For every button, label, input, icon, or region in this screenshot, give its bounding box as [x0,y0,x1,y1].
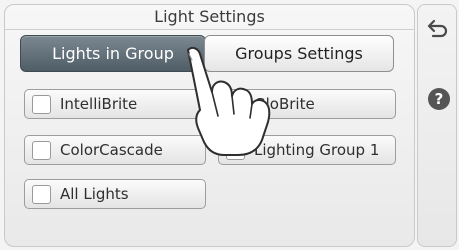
back-arrow-icon [427,19,448,38]
page-title: Light Settings [4,4,415,30]
tab-label: Lights in Group [52,44,174,63]
checkbox[interactable] [32,184,51,204]
back-button[interactable] [424,14,452,42]
light-item-all-lights[interactable]: All Lights [24,179,206,209]
light-label: IntelliBrite [60,95,138,113]
light-label: ColorCascade [60,141,163,159]
light-label: All Lights [60,185,129,203]
checkbox[interactable] [32,140,51,160]
hand-pointer-icon [187,46,271,156]
checkbox[interactable] [32,94,51,114]
help-button[interactable]: ? [426,86,452,112]
settings-screen: Light Settings Lights in Group Groups Se… [0,0,459,250]
help-icon: ? [428,88,450,110]
